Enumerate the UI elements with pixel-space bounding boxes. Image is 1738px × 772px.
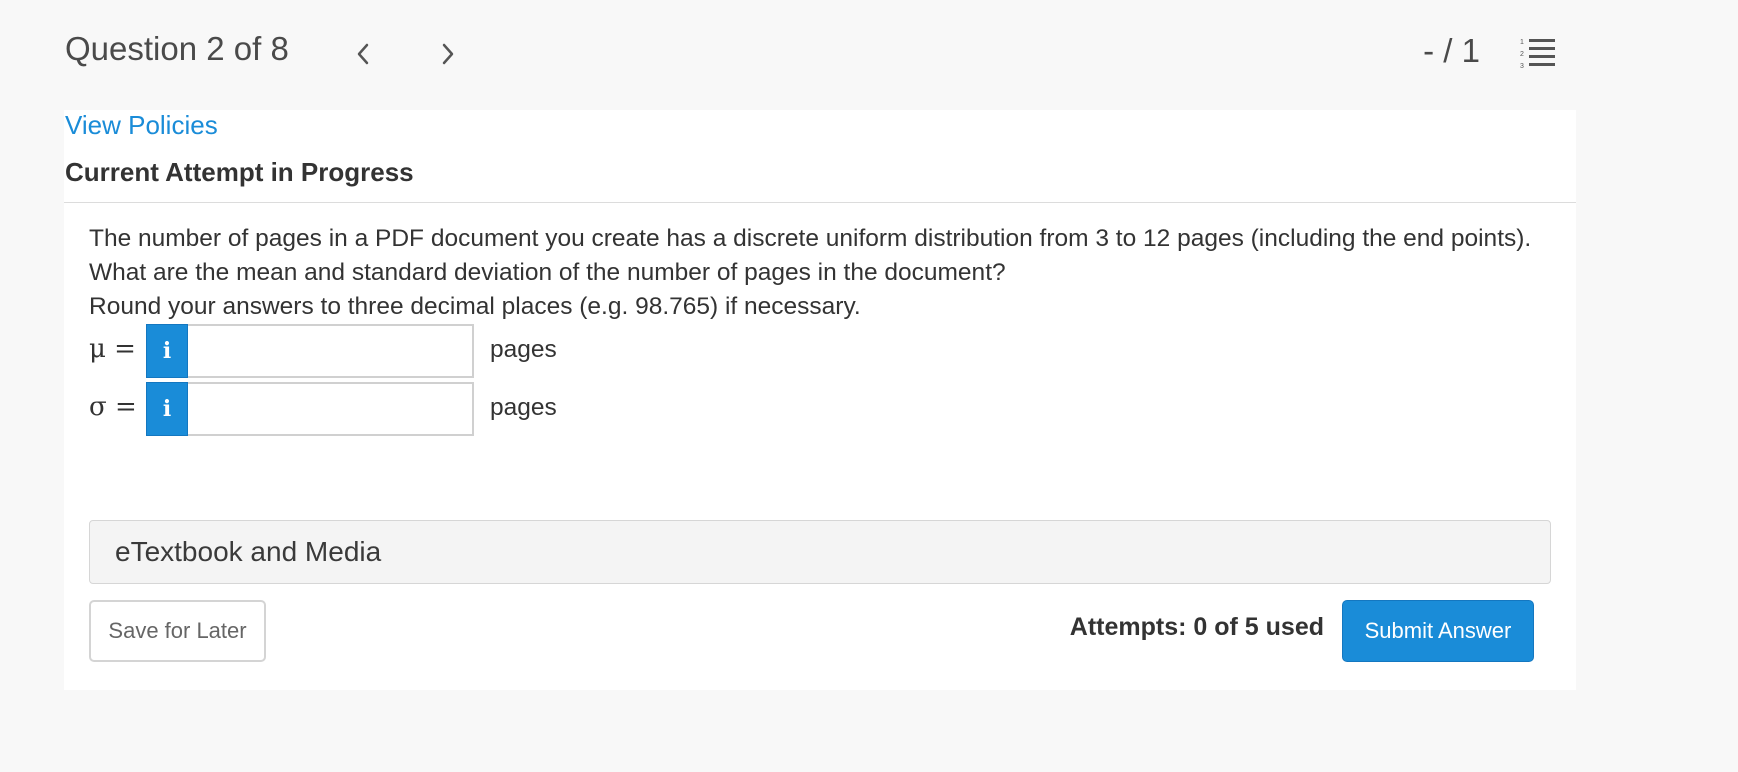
mean-info-button[interactable]: i — [146, 324, 188, 378]
question-card: View Policies Current Attempt in Progres… — [64, 110, 1576, 690]
next-question-button[interactable] — [430, 36, 466, 72]
std-dev-label: σ = — [89, 392, 137, 422]
question-text: The number of pages in a PDF document yo… — [89, 222, 1559, 324]
attempt-status-heading: Current Attempt in Progress — [65, 157, 414, 187]
numbered-list-icon: 1 2 3 — [1520, 39, 1555, 70]
chevron-right-icon — [442, 43, 454, 65]
std-dev-info-button[interactable]: i — [146, 382, 188, 436]
mean-label: μ = — [89, 334, 136, 364]
mean-input[interactable] — [188, 324, 474, 378]
question-score: - / 1 — [1423, 32, 1480, 69]
submit-answer-button[interactable]: Submit Answer — [1342, 600, 1534, 662]
chevron-left-icon — [357, 43, 369, 65]
std-dev-input[interactable] — [188, 382, 474, 436]
etextbook-media-label: eTextbook and Media — [115, 536, 382, 567]
std-dev-unit: pages — [490, 394, 557, 421]
svg-text:1: 1 — [1520, 39, 1524, 46]
attempts-counter: Attempts: 0 of 5 used — [1069, 613, 1324, 641]
question-counter: Question 2 of 8 — [65, 30, 289, 67]
svg-text:3: 3 — [1520, 63, 1524, 70]
svg-text:2: 2 — [1520, 51, 1524, 58]
etextbook-media-panel[interactable]: eTextbook and Media — [89, 520, 1551, 584]
question-list-button[interactable]: 1 2 3 — [1518, 36, 1558, 72]
view-policies-link[interactable]: View Policies — [65, 110, 218, 141]
save-for-later-button[interactable]: Save for Later — [89, 600, 266, 662]
question-header: Question 2 of 8 - / 1 1 2 3 — [0, 0, 1738, 108]
info-icon: i — [162, 396, 172, 422]
info-icon: i — [162, 338, 172, 364]
divider — [64, 202, 1576, 203]
question-line: Round your answers to three decimal plac… — [89, 293, 861, 320]
question-line: The number of pages in a PDF document yo… — [89, 225, 1532, 252]
mean-unit: pages — [490, 336, 557, 363]
question-line: What are the mean and standard deviation… — [89, 259, 1006, 286]
previous-question-button[interactable] — [345, 36, 381, 72]
